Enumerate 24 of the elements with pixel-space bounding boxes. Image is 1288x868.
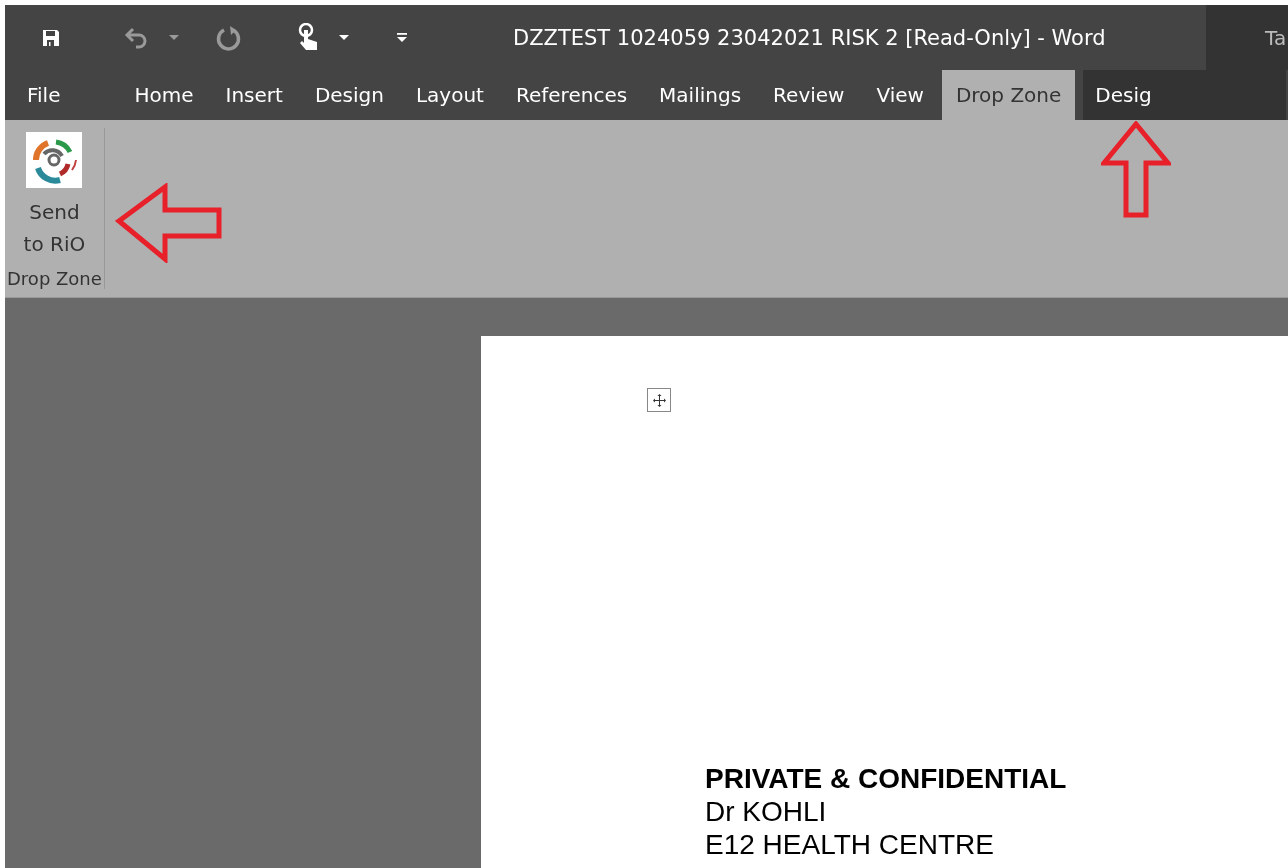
ribbon-tab[interactable]: Design bbox=[300, 70, 398, 120]
ribbon-tab[interactable]: Insert bbox=[211, 70, 297, 120]
redo-icon[interactable] bbox=[215, 23, 243, 52]
contextual-tab-title: Ta bbox=[1265, 25, 1287, 50]
ribbon-tab[interactable]: View bbox=[862, 70, 938, 120]
document-text-line: PRIVATE & CONFIDENTIAL bbox=[705, 762, 1068, 795]
circular-logo-icon bbox=[26, 132, 83, 188]
save-icon[interactable] bbox=[41, 27, 61, 48]
caret-icon[interactable] bbox=[339, 34, 349, 41]
ribbon-tab[interactable]: Desig bbox=[1083, 70, 1286, 120]
ribbon-tab[interactable]: Layout bbox=[401, 70, 498, 120]
send-to-rio-button[interactable]: Send to RiO bbox=[23, 128, 86, 264]
ribbon-tab[interactable]: Mailings bbox=[645, 70, 756, 120]
ribbon-tab[interactable]: Review bbox=[759, 70, 859, 120]
ribbon-tab[interactable]: Drop Zone bbox=[941, 70, 1076, 120]
ribbon-tab[interactable]: Home bbox=[120, 70, 208, 120]
ribbon-tab[interactable]: References bbox=[501, 70, 642, 120]
document-text-line: E12 HEALTH CENTRE bbox=[705, 828, 995, 861]
customize-toolbar-icon[interactable] bbox=[397, 32, 407, 43]
ribbon-tab[interactable]: File bbox=[7, 70, 81, 120]
window-title: DZZTEST 1024059 23042021 RISK 2 [Read-Only] - Word bbox=[513, 25, 1106, 50]
document-text-line: Dr KOHLI bbox=[705, 795, 828, 828]
table-move-handle-icon[interactable] bbox=[647, 388, 671, 412]
group-label: Drop Zone bbox=[7, 268, 102, 289]
